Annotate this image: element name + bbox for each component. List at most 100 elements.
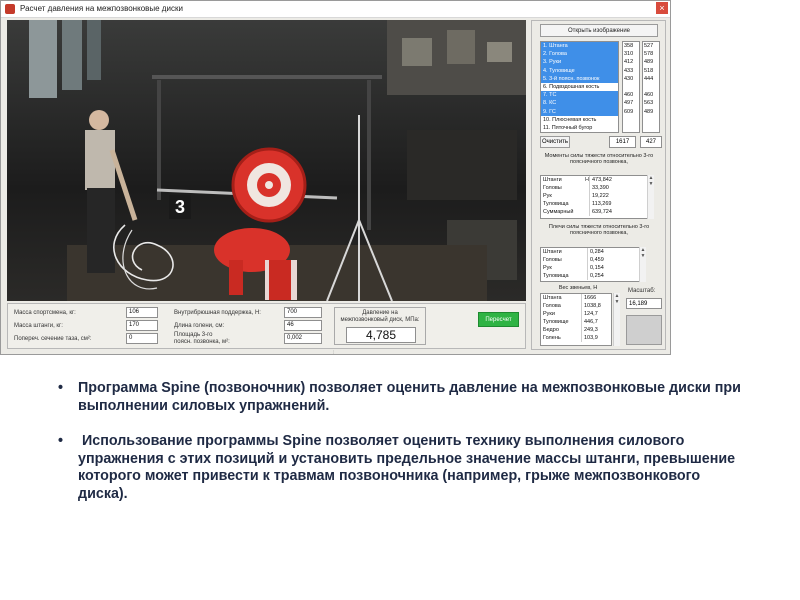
coordinate-cell: 430 [624,75,634,82]
title-bar: Расчет давления на межпозвонковые диски … [1,1,670,18]
pelvis-section-field[interactable]: 0 [126,333,158,344]
row-label: Голень [543,335,561,341]
coordinate-cell [623,83,639,91]
scale-label: Масштаб: [628,288,656,294]
segment-list[interactable]: 1. Штанга 2. Голова 3. Руки 4. Туловище 5. 3… [540,41,619,133]
scroll-down-icon[interactable]: ▼ [615,299,620,305]
coordinate-cell: 489 [644,108,654,115]
splitter-handle[interactable]: ⁞ [333,350,334,356]
list-item[interactable]: 6. Подвздошная кость [541,83,618,91]
coordinate-cell: 489 [644,59,654,66]
coordinate-cell: 527 [644,43,654,49]
row-label: Туловища [543,201,569,207]
row-value: 473,842 [589,176,612,184]
open-image-button[interactable]: Открыть изображение [540,24,658,37]
shin-length-field[interactable]: 46 [284,320,322,331]
coordinate-cell [643,83,659,91]
coordinate-cell [643,124,659,132]
arms-table: Штанги 0,284 Головы 0,459 Рук 0,154 Туловища 0,… [540,247,646,282]
list-item[interactable]: 11. Пяточный бугор [541,124,618,132]
athlete-mass-field[interactable]: 106 [126,307,158,318]
row-value: 103,9 [581,334,598,342]
preview-square [626,315,662,345]
app-window: Расчет давления на межпозвонковые диски … [0,0,671,355]
row-value: 0,459 [587,256,604,264]
table-row: Голень 103,9 [541,334,611,342]
pressure-label-line2: межпозвонковый диск, МПа: [340,317,420,323]
table-row: Головы 0,459 [541,256,645,264]
table-row: Суммарный 639,724 [541,208,653,216]
list-item[interactable]: 1. Штанга [541,42,618,51]
row-label: Штанга [543,295,562,301]
plate-number: 3 [175,197,185,217]
list-item[interactable]: 10. Плюсневая кость [541,116,618,124]
table-row: Штанги 0,284 [541,248,645,256]
row-label: Руки [543,311,555,317]
barbell-mass-field[interactable]: 170 [126,320,158,331]
video-frame[interactable]: 3 [7,20,526,301]
scroll-down-icon[interactable]: ▼ [649,181,654,187]
table-row: Туловища 113,269 [541,200,653,208]
scroll-down-icon[interactable]: ▼ [641,253,646,259]
recalculate-button[interactable]: Пересчет [478,312,519,327]
list-item[interactable]: 8. КС [541,99,618,108]
table-row: Головы 33,390 [541,184,653,192]
arms-scrollbar[interactable]: ▲ ▼ [639,247,646,282]
row-value: 113,269 [589,200,611,208]
table-row: Руки 124,7 [541,310,611,318]
row-label: Головы [543,185,562,191]
sum-field-1: 1617 [609,136,636,148]
row-value: 1666 [581,294,596,302]
list-item[interactable]: 7. ТС [541,91,618,100]
right-panel: Открыть изображение 1. Штанга 2. Голова 3.… [531,20,666,350]
row-label: Головы [543,257,562,263]
coordinate-cell [623,124,639,132]
coordinate-cell: 358 [624,43,634,49]
abdominal-support-label: Внутрибрюшная поддержка, Н: [174,310,261,316]
row-label: Туловище [543,319,569,325]
coordinate-column-y: 527 578 489 518 444 460 563 489 [642,41,660,133]
weights-scrollbar[interactable]: ▲ ▼ [613,293,620,346]
table-row: Штанга 1666 [541,294,611,302]
list-item[interactable]: 5. 3-й поясн. позвонок [541,74,618,83]
description-list: • Программа Spine (позвоночник) позволяет… [58,380,748,503]
row-label: Рук [543,265,552,271]
close-button[interactable]: × [656,2,668,14]
pelvis-section-label: Попереч. сечение таза, см²: [14,336,92,342]
moments-scrollbar[interactable]: ▲ ▼ [647,175,654,219]
row-value: 19,222 [589,192,609,200]
table-row: Туловища 0,254 [541,272,645,280]
coordinate-cell: 460 [644,92,654,99]
clear-button[interactable]: Очистить [540,136,570,148]
coordinate-cell: 563 [644,100,654,107]
gym-photo: 3 [7,20,526,301]
vertebra-area-field[interactable]: 0,002 [284,333,322,344]
row-label: Голова [543,303,561,309]
row-value: 0,284 [587,248,604,256]
vertebra-area-label-line1: Площадь 3-го [174,332,213,338]
table-row: Туловище 446,7 [541,318,611,326]
row-value: 0,254 [587,272,604,280]
moments-unit-label: Н [585,177,589,183]
weights-table: Штанга 1666 Голова 1038,8 Руки 124,7 Туловище 4… [540,293,612,346]
parameters-panel: Масса спортсмена, кг: 106 Масса штанги, … [7,303,526,349]
row-label: Суммарный [543,209,574,215]
coordinate-cell: 433 [624,67,634,74]
coordinate-cell: 412 [624,59,634,66]
list-item[interactable]: 3. Руки [541,58,618,67]
table-row: Штанги 473,842 [541,176,653,184]
coordinate-cell: 578 [644,51,654,58]
row-value: 1038,8 [581,302,601,310]
row-label: Туловища [543,273,569,279]
window-title: Расчет давления на межпозвонковые диски [20,4,183,13]
list-item[interactable]: 2. Голова [541,50,618,59]
scale-field[interactable]: 16,189 [626,298,662,309]
abdominal-support-field[interactable]: 700 [284,307,322,318]
bullet-text-1: Программа Spine (позвоночник) позволяет … [78,380,741,414]
pressure-output-group: Давление на межпозвонковый диск, МПа: 4,… [334,307,426,345]
list-item[interactable]: 9. ГС [541,107,618,116]
coordinate-cell: 444 [644,75,654,82]
row-value: 0,154 [587,264,604,272]
list-item[interactable]: 4. Туловище [541,66,618,75]
arms-title: Плечи силы тяжести относительно 3-го поя… [548,224,650,237]
